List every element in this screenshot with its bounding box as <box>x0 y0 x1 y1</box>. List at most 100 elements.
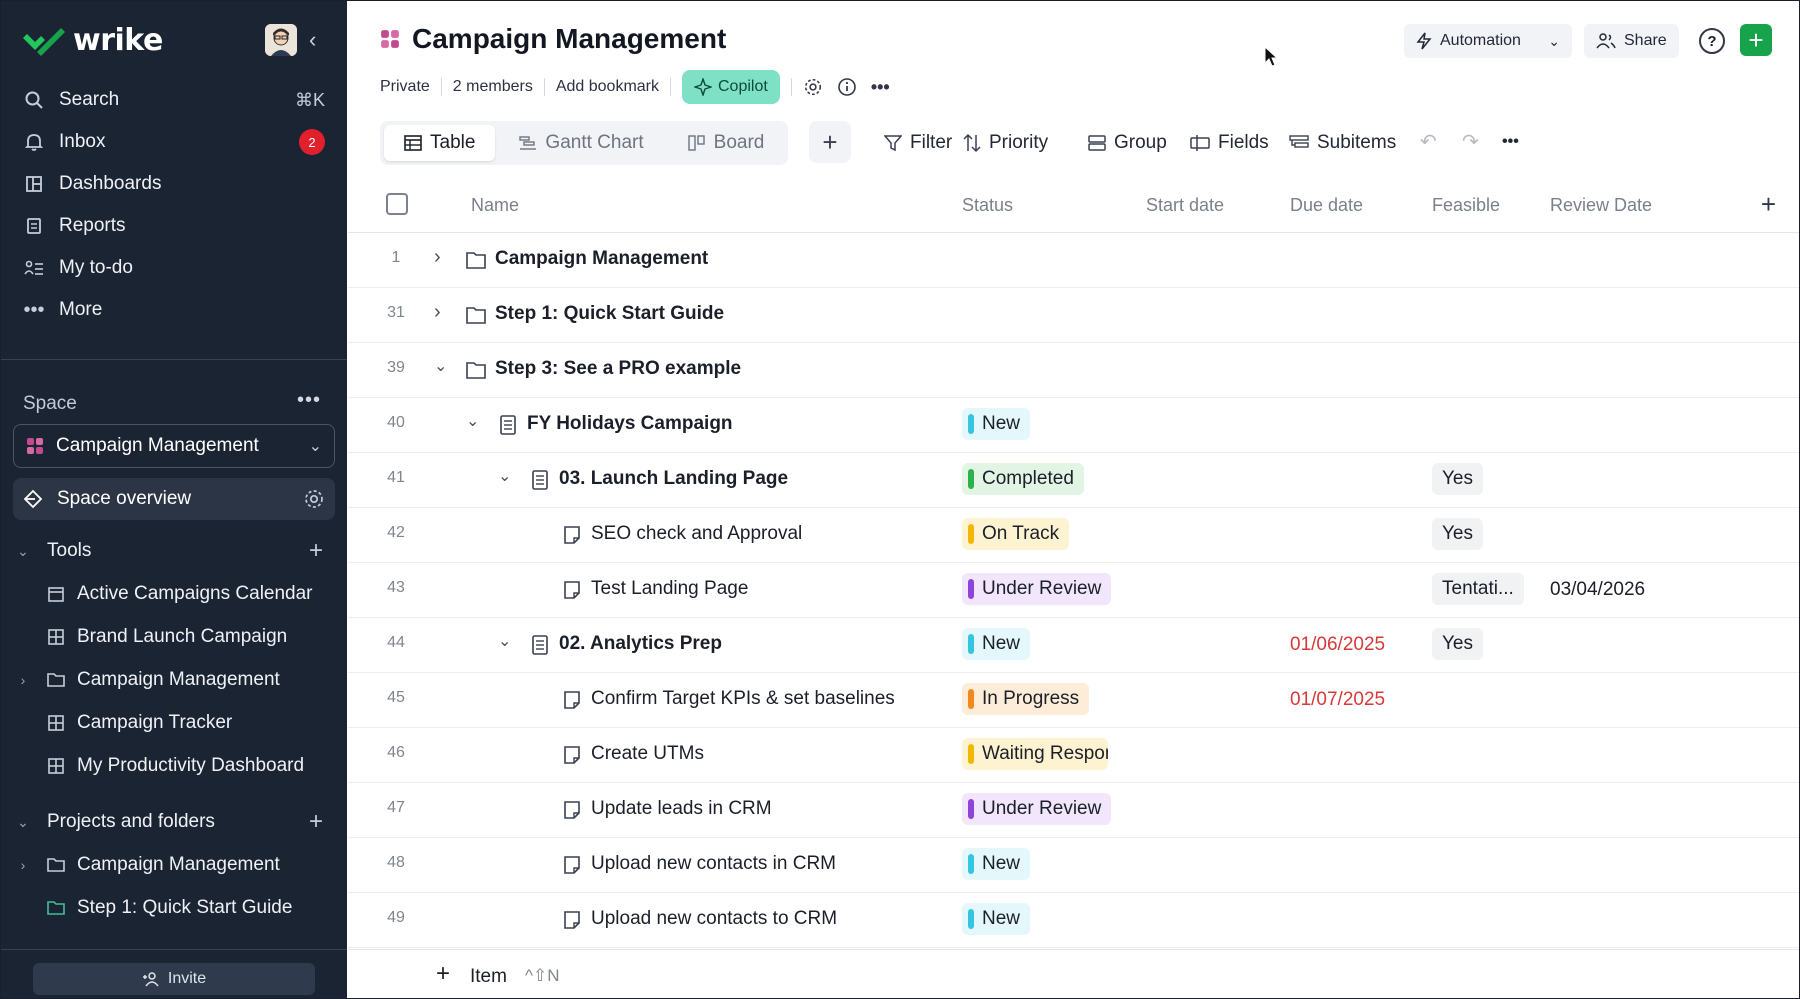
wrike-logo[interactable]: wrike <box>21 23 163 58</box>
gear-icon[interactable] <box>303 488 325 510</box>
table-row[interactable]: 40 ⌄ FY Holidays Campaign New <box>348 398 1799 453</box>
tab-table[interactable]: Table <box>384 125 496 161</box>
tab-gantt-chart[interactable]: Gantt Chart <box>499 125 663 161</box>
table-row[interactable]: 47 Update leads in CRM Under Review <box>348 783 1799 838</box>
table-row[interactable]: 45 Confirm Target KPIs & set baselines In … <box>348 673 1799 728</box>
group-button[interactable]: Group <box>1088 127 1167 159</box>
column-name[interactable]: Name <box>471 195 519 216</box>
row-name[interactable]: Confirm Target KPIs & set baselines <box>591 688 895 710</box>
chevron-right-icon[interactable]: › <box>434 246 441 269</box>
table-row[interactable]: 46 Create UTMs Waiting Respons <box>348 728 1799 783</box>
nav-inbox[interactable]: Inbox 2 <box>13 122 335 162</box>
add-item-icon[interactable]: + <box>436 960 450 988</box>
fields-button[interactable]: Fields <box>1190 127 1269 159</box>
chevron-down-icon[interactable]: ⌄ <box>498 631 511 651</box>
help-icon[interactable]: ? <box>1699 28 1725 54</box>
due-date[interactable]: 01/07/2025 <box>1290 689 1385 711</box>
tool-item[interactable]: My Productivity Dashboard <box>13 747 335 785</box>
subitems-button[interactable]: Subitems <box>1289 127 1396 159</box>
chevron-down-icon[interactable]: ⌄ <box>498 466 511 486</box>
project-item[interactable]: Step 1: Quick Start Guide <box>13 889 335 927</box>
table-row[interactable]: 39 ⌄ Step 3: See a PRO example <box>348 343 1799 398</box>
nav-my-todo[interactable]: My to-do <box>13 248 335 288</box>
priority-button[interactable]: Priority <box>963 127 1048 159</box>
status-badge[interactable]: In Progress <box>962 683 1090 715</box>
review-date[interactable]: 03/04/2026 <box>1550 579 1645 601</box>
status-badge[interactable]: New <box>962 903 1031 935</box>
row-name[interactable]: Campaign Management <box>495 248 708 270</box>
select-all-checkbox[interactable] <box>386 193 408 215</box>
projects-section-header[interactable]: ⌄ Projects and folders + <box>13 803 335 841</box>
chevron-down-icon[interactable]: ⌄ <box>466 411 479 431</box>
status-badge[interactable]: New <box>962 408 1031 440</box>
chevron-right-icon[interactable]: › <box>13 672 33 688</box>
due-date[interactable]: 01/06/2025 <box>1290 634 1385 656</box>
row-name[interactable]: SEO check and Approval <box>591 523 802 545</box>
column-review-date[interactable]: Review Date <box>1550 195 1652 216</box>
privacy-label[interactable]: Private <box>380 78 430 96</box>
automation-button[interactable]: Automation ⌄ <box>1404 24 1572 58</box>
nav-search[interactable]: Search ⌘K <box>13 80 335 120</box>
feasible-value[interactable]: Yes <box>1432 628 1483 660</box>
table-row[interactable]: 41 ⌄ 03. Launch Landing Page Completed Yes <box>348 453 1799 508</box>
row-name[interactable]: Upload new contacts to CRM <box>591 908 837 930</box>
space-overview-item[interactable]: Space overview <box>13 478 335 520</box>
feasible-value[interactable]: Tentati... <box>1432 573 1524 605</box>
undo-icon[interactable]: ↶ <box>1420 129 1437 154</box>
copilot-button[interactable]: Copilot <box>682 70 780 104</box>
add-item-label[interactable]: Item <box>470 966 507 988</box>
add-column-icon[interactable]: + <box>1761 189 1776 220</box>
table-row[interactable]: 1 › Campaign Management <box>348 233 1799 288</box>
info-icon[interactable] <box>837 77 857 97</box>
collapse-sidebar-icon[interactable]: ‹ <box>309 27 331 53</box>
more-options-icon[interactable]: ••• <box>871 77 890 98</box>
table-row[interactable]: 43 Test Landing Page Under Review Tentati..… <box>348 563 1799 618</box>
add-project-icon[interactable]: + <box>309 808 323 836</box>
status-badge[interactable]: Waiting Respons <box>962 738 1108 770</box>
space-selector[interactable]: Campaign Management ⌄ <box>13 424 335 468</box>
space-more-icon[interactable]: ••• <box>297 389 321 412</box>
tab-board[interactable]: Board <box>668 125 785 161</box>
table-row[interactable]: 31 › Step 1: Quick Start Guide <box>348 288 1799 343</box>
status-badge[interactable]: On Track <box>962 518 1070 550</box>
column-status[interactable]: Status <box>962 195 1013 216</box>
add-tool-icon[interactable]: + <box>309 537 323 565</box>
status-badge[interactable]: New <box>962 848 1031 880</box>
settings-icon[interactable] <box>803 77 823 97</box>
chevron-down-icon[interactable]: ⌄ <box>434 356 447 376</box>
row-name[interactable]: FY Holidays Campaign <box>527 413 733 435</box>
nav-more[interactable]: ••• More <box>13 290 335 330</box>
chevron-right-icon[interactable]: › <box>434 301 441 324</box>
toolbar-more-icon[interactable]: ••• <box>1502 133 1519 151</box>
table-row[interactable]: 42 SEO check and Approval On Track Yes <box>348 508 1799 563</box>
tool-item[interactable]: › Campaign Management <box>13 661 335 699</box>
table-row[interactable]: 49 Upload new contacts to CRM New <box>348 893 1799 948</box>
row-name[interactable]: Create UTMs <box>591 743 704 765</box>
row-name[interactable]: Step 1: Quick Start Guide <box>495 303 724 325</box>
user-avatar[interactable] <box>265 24 297 56</box>
tool-item[interactable]: Active Campaigns Calendar <box>13 575 335 613</box>
filter-button[interactable]: Filter <box>884 127 952 159</box>
nav-reports[interactable]: Reports <box>13 206 335 246</box>
add-new-button[interactable]: + <box>1740 24 1772 56</box>
row-name[interactable]: Upload new contacts in CRM <box>591 853 836 875</box>
row-name[interactable]: Step 3: See a PRO example <box>495 358 741 380</box>
invite-button[interactable]: Invite <box>33 963 315 995</box>
tools-section-header[interactable]: ⌄ Tools + <box>13 532 335 570</box>
feasible-value[interactable]: Yes <box>1432 518 1483 550</box>
feasible-value[interactable]: Yes <box>1432 463 1483 495</box>
status-badge[interactable]: Under Review <box>962 573 1112 605</box>
add-view-button[interactable]: + <box>809 121 851 163</box>
chevron-right-icon[interactable]: › <box>13 857 33 873</box>
row-name[interactable]: 03. Launch Landing Page <box>559 468 788 490</box>
share-button[interactable]: Share <box>1584 24 1679 58</box>
page-title[interactable]: Campaign Management <box>412 23 726 55</box>
status-badge[interactable]: Under Review <box>962 793 1112 825</box>
column-feasible[interactable]: Feasible <box>1432 195 1500 216</box>
row-name[interactable]: Update leads in CRM <box>591 798 772 820</box>
tool-item[interactable]: Brand Launch Campaign <box>13 618 335 656</box>
nav-dashboards[interactable]: Dashboards <box>13 164 335 204</box>
row-name[interactable]: Test Landing Page <box>591 578 748 600</box>
table-row[interactable]: 48 Upload new contacts in CRM New <box>348 838 1799 893</box>
column-due-date[interactable]: Due date <box>1290 195 1363 216</box>
